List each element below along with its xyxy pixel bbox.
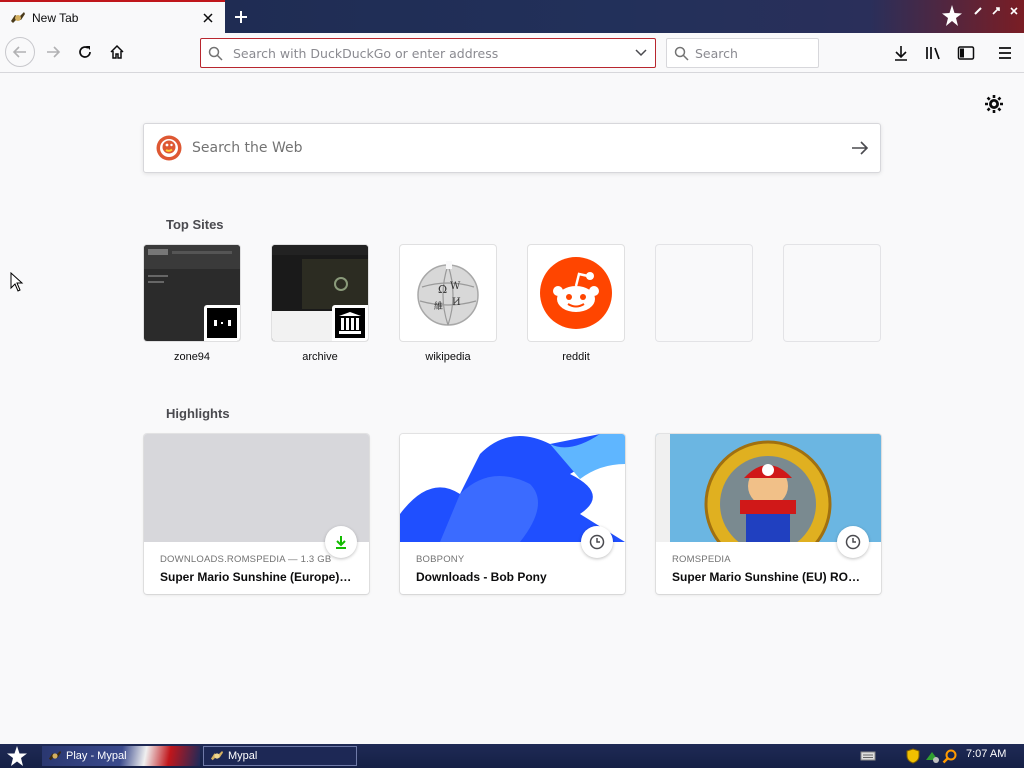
highlight-source: BOBPONY — [416, 554, 465, 565]
svg-text:W: W — [450, 281, 461, 292]
highlight-card[interactable]: ROMSPEDIA Super Mario Sunshine (EU) ROM … — [656, 434, 881, 594]
web-search-box[interactable] — [143, 123, 881, 173]
empty-tile — [656, 245, 752, 341]
search-tray-icon[interactable] — [942, 747, 958, 765]
forward-arrow-icon — [47, 46, 61, 58]
highlights-heading: Highlights — [166, 406, 230, 421]
highlight-title: Downloads - Bob Pony — [416, 570, 547, 584]
forward-button[interactable] — [38, 37, 68, 67]
highlight-card[interactable]: DOWNLOADS.ROMSPEDIA — 1.3 GB Super Mario… — [144, 434, 369, 594]
duckduckgo-logo-icon — [156, 135, 182, 161]
wikipedia-globe-icon: Ω W И 維 — [417, 261, 479, 326]
close-window-icon[interactable] — [1006, 3, 1022, 19]
search-icon — [667, 46, 695, 61]
gear-icon[interactable] — [984, 94, 1004, 114]
new-tab-page: Top Sites zone94 — [0, 74, 1024, 744]
taskbar-item-label: Play - Mypal — [66, 750, 127, 762]
reload-button[interactable] — [70, 37, 100, 67]
clock-icon — [837, 526, 869, 558]
network-icon[interactable] — [924, 747, 940, 765]
taskbar-item-play-mypal[interactable]: Play - Mypal — [42, 746, 200, 766]
search-icon — [201, 46, 229, 61]
top-site-label: archive — [302, 351, 338, 363]
svg-text:И: И — [452, 297, 461, 308]
address-input[interactable] — [229, 40, 627, 66]
archive-site-icon — [332, 305, 368, 341]
taskbar: Play - Mypal Mypal 7:07 AM — [0, 744, 1024, 768]
web-search-input[interactable] — [192, 140, 840, 156]
reddit-logo-icon — [540, 257, 612, 329]
search-submit-arrow-icon[interactable] — [840, 141, 880, 155]
top-site-label: zone94 — [173, 351, 211, 363]
keyboard-icon[interactable] — [860, 747, 876, 765]
navigation-toolbar — [0, 33, 1024, 73]
download-icon — [325, 526, 357, 558]
download-icon — [895, 46, 907, 61]
sidebar-icon — [957, 46, 975, 60]
home-icon — [110, 44, 124, 59]
top-site-archive[interactable]: archive — [272, 245, 368, 363]
clock-icon — [581, 526, 613, 558]
highlight-source: ROMSPEDIA — [672, 554, 731, 565]
start-menu-star-icon[interactable] — [4, 745, 30, 767]
menu-button[interactable] — [990, 38, 1020, 68]
top-site-zone94[interactable]: zone94 — [144, 245, 240, 363]
top-site-label: wikipedia — [425, 351, 471, 363]
back-arrow-icon — [12, 46, 26, 58]
maximize-icon[interactable] — [988, 3, 1004, 19]
sidebar-button[interactable] — [951, 38, 981, 68]
site-thumbnail — [528, 245, 624, 341]
top-site-empty-slot — [784, 245, 880, 341]
browser-favicon-icon — [49, 750, 61, 761]
new-tab-button[interactable] — [228, 4, 254, 30]
highlight-card[interactable]: BOBPONY Downloads - Bob Pony — [400, 434, 625, 594]
hamburger-menu-icon — [999, 47, 1011, 59]
tab-close-icon[interactable] — [197, 7, 219, 29]
browser-favicon-icon — [211, 750, 223, 761]
top-site-label: reddit — [562, 351, 590, 363]
empty-tile — [784, 245, 880, 341]
search-bar[interactable] — [666, 38, 819, 68]
top-site-empty-slot — [656, 245, 752, 341]
search-input[interactable] — [695, 40, 818, 66]
library-button[interactable] — [919, 38, 949, 68]
taskbar-item-label: Mypal — [228, 750, 258, 762]
svg-text:維: 維 — [434, 300, 443, 312]
window-menu-star-icon[interactable] — [941, 4, 963, 28]
top-site-reddit[interactable]: reddit — [528, 245, 624, 363]
security-shield-icon[interactable] — [906, 747, 920, 765]
browser-favicon-icon — [11, 11, 25, 23]
site-thumbnail — [144, 245, 240, 341]
tab-title: New Tab — [32, 10, 79, 25]
highlight-title: Super Mario Sunshine (Europe) (... — [160, 570, 353, 584]
tab-new-tab[interactable]: New Tab — [0, 2, 225, 33]
library-icon — [926, 47, 940, 60]
address-bar[interactable] — [200, 38, 656, 68]
taskbar-clock: 7:07 AM — [966, 748, 1007, 760]
svg-text:Ω: Ω — [438, 283, 447, 296]
site-thumbnail — [272, 245, 368, 341]
back-button[interactable] — [5, 37, 35, 67]
highlight-source: DOWNLOADS.ROMSPEDIA — 1.3 GB — [160, 554, 332, 565]
zone94-site-icon — [204, 305, 240, 341]
site-thumbnail: Ω W И 維 — [400, 245, 496, 341]
reload-icon — [79, 46, 91, 58]
tab-strip: New Tab — [0, 0, 1024, 33]
minimize-icon[interactable] — [970, 3, 986, 19]
highlight-title: Super Mario Sunshine (EU) ROM ... — [672, 570, 865, 584]
downloads-button[interactable] — [886, 38, 916, 68]
mouse-pointer-icon — [10, 272, 24, 292]
home-button[interactable] — [102, 37, 132, 67]
top-sites-heading: Top Sites — [166, 217, 224, 232]
chevron-down-icon[interactable] — [627, 48, 655, 58]
taskbar-item-mypal[interactable]: Mypal — [203, 746, 357, 766]
top-site-wikipedia[interactable]: Ω W И 維 wikipedia — [400, 245, 496, 363]
